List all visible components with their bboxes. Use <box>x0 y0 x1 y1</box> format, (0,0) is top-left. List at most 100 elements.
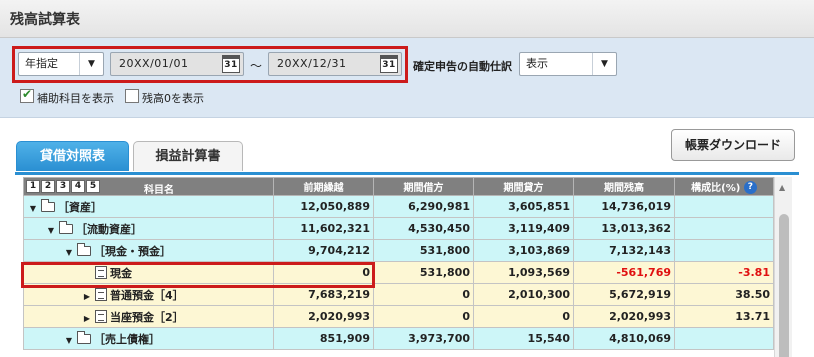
account-name[interactable]: ［資産］ <box>58 201 102 214</box>
header-composition-ratio: 構成比(%) ? <box>674 177 774 196</box>
auto-journal-label: 確定申告の自動仕訳 <box>413 60 512 73</box>
account-name-cell: ▼ ［売上債権］ <box>23 327 274 350</box>
level-2-button[interactable]: 2 <box>41 180 55 193</box>
table-row[interactable]: ▼ ［流動資産］ 11,602,321 4,530,450 3,119,409 13,01… <box>23 217 774 240</box>
expand-right-icon[interactable]: ▶ <box>82 292 92 301</box>
account-name-cell: ▼ ［現金・預金］ <box>23 239 274 262</box>
period-balance-cell: 2,020,993 <box>573 305 675 328</box>
table-row[interactable]: ▼ ［資産］ 12,050,889 6,290,981 3,605,851 14,736,… <box>23 195 774 218</box>
header-period-debit: 期間借方 <box>373 177 474 196</box>
period-credit-cell: 0 <box>473 305 574 328</box>
range-separator: ～ <box>250 59 263 73</box>
level-4-button[interactable]: 4 <box>71 180 85 193</box>
level-buttons: 12345 <box>26 180 101 193</box>
folder-icon <box>77 330 91 344</box>
tab-income-statement[interactable]: 損益計算書 <box>133 141 243 171</box>
period-debit-cell: 3,973,700 <box>373 327 474 350</box>
composition-ratio-cell: 13.71 <box>674 305 774 328</box>
ledger-icon <box>95 309 107 323</box>
prior-balance-cell: 11,602,321 <box>273 217 374 240</box>
period-credit-cell: 3,119,409 <box>473 217 574 240</box>
period-credit-cell: 2,010,300 <box>473 283 574 306</box>
header-period-balance: 期間残高 <box>573 177 675 196</box>
date-from-field[interactable]: 20XX/01/01 31 <box>110 52 244 76</box>
page-title: 残高試算表 <box>10 12 80 28</box>
level-3-button[interactable]: 3 <box>56 180 70 193</box>
calendar-icon[interactable]: 31 <box>380 55 398 73</box>
prior-balance-cell: 12,050,889 <box>273 195 374 218</box>
prior-balance-cell: 9,704,212 <box>273 239 374 262</box>
tab-underline <box>15 172 799 175</box>
account-name[interactable]: ［売上債権］ <box>94 333 160 346</box>
period-debit-cell: 6,290,981 <box>373 195 474 218</box>
period-balance-cell: 5,672,919 <box>573 283 675 306</box>
show-zero-balance-label[interactable]: 残高0を表示 <box>142 90 204 106</box>
vertical-scrollbar[interactable]: ▲ <box>774 177 792 357</box>
account-name-cell: ▶ 当座預金［2］ <box>23 305 274 328</box>
folder-icon <box>59 220 73 234</box>
tab-balance-sheet[interactable]: 貸借対照表 <box>16 141 129 171</box>
show-subaccount-checkbox[interactable] <box>20 87 34 103</box>
table-row[interactable]: ▶ 当座預金［2］ 2,020,993 0 0 2,020,993 13.71 <box>23 305 774 328</box>
header-period-credit: 期間貸方 <box>473 177 574 196</box>
period-credit-cell: 15,540 <box>473 327 574 350</box>
expand-down-icon[interactable]: ▼ <box>64 336 74 345</box>
report-panel: 貸借対照表 損益計算書 帳票ダウンロード 12345 科目名 前期繰越 期間借方… <box>0 119 814 357</box>
scrollbar-thumb[interactable] <box>779 214 789 357</box>
show-subaccount-label[interactable]: 補助科目を表示 <box>37 90 114 106</box>
table-header-row: 12345 科目名 前期繰越 期間借方 期間貸方 期間残高 構成比(%) ? <box>23 177 774 196</box>
level-5-button[interactable]: 5 <box>86 180 100 193</box>
period-type-value: 年指定 <box>25 57 58 70</box>
period-credit-cell: 3,103,869 <box>473 239 574 262</box>
table-row[interactable]: ▼ ［売上債権］ 851,909 3,973,700 15,540 4,810,069 <box>23 327 774 350</box>
period-debit-cell: 4,530,450 <box>373 217 474 240</box>
account-name-cell: ▼ ［流動資産］ <box>23 217 274 240</box>
expand-down-icon[interactable]: ▼ <box>46 226 56 235</box>
show-zero-balance-checkbox[interactable] <box>125 89 139 103</box>
period-balance-cell: 4,810,069 <box>573 327 675 350</box>
composition-ratio-cell <box>674 217 774 240</box>
date-to-field[interactable]: 20XX/12/31 31 <box>268 52 402 76</box>
folder-icon <box>41 198 55 212</box>
help-icon[interactable]: ? <box>743 181 757 195</box>
folder-icon <box>77 242 91 256</box>
expand-down-icon[interactable]: ▼ <box>64 248 74 257</box>
period-balance-cell: 14,736,019 <box>573 195 675 218</box>
account-name[interactable]: ［流動資産］ <box>76 223 142 236</box>
auto-journal-value: 表示 <box>526 57 548 70</box>
prior-balance-cell: 851,909 <box>273 327 374 350</box>
account-name[interactable]: ［現金・預金］ <box>94 245 171 258</box>
composition-ratio-cell <box>674 239 774 262</box>
composition-ratio-cell <box>674 195 774 218</box>
auto-journal-select[interactable]: 表示 ▼ <box>519 52 617 76</box>
table-row[interactable]: ▼ ［現金・預金］ 9,704,212 531,800 3,103,869 7,132,1… <box>23 239 774 262</box>
header-account-name: 12345 科目名 <box>23 177 274 196</box>
period-debit-cell: 0 <box>373 305 474 328</box>
scroll-up-icon[interactable]: ▲ <box>779 183 785 192</box>
expand-right-icon[interactable]: ▶ <box>82 314 92 323</box>
period-type-select[interactable]: 年指定 ▼ <box>18 52 104 76</box>
ledger-icon <box>95 287 107 301</box>
header-prior-balance: 前期繰越 <box>273 177 374 196</box>
composition-ratio-cell: 38.50 <box>674 283 774 306</box>
filter-panel: 年指定 ▼ 20XX/01/01 31 ～ 20XX/12/31 31 確定申告… <box>0 38 814 118</box>
level-1-button[interactable]: 1 <box>26 180 40 193</box>
period-balance-cell: 13,013,362 <box>573 217 675 240</box>
period-debit-cell: 531,800 <box>373 261 474 284</box>
cash-row-highlight-box <box>21 262 375 288</box>
account-name[interactable]: 普通預金［4］ <box>110 289 184 302</box>
period-balance-cell: -561,769 <box>573 261 675 284</box>
chevron-down-icon[interactable]: ▼ <box>79 53 103 75</box>
period-debit-cell: 0 <box>373 283 474 306</box>
prior-balance-cell: 2,020,993 <box>273 305 374 328</box>
period-credit-cell: 1,093,569 <box>473 261 574 284</box>
date-to-value: 20XX/12/31 <box>277 57 347 70</box>
composition-ratio-cell: -3.81 <box>674 261 774 284</box>
period-balance-cell: 7,132,143 <box>573 239 675 262</box>
chevron-down-icon[interactable]: ▼ <box>592 53 616 75</box>
download-report-button[interactable]: 帳票ダウンロード <box>671 129 795 161</box>
account-name[interactable]: 当座預金［2］ <box>110 311 184 324</box>
account-name-cell: ▼ ［資産］ <box>23 195 274 218</box>
expand-down-icon[interactable]: ▼ <box>28 204 38 213</box>
calendar-icon[interactable]: 31 <box>222 55 240 73</box>
